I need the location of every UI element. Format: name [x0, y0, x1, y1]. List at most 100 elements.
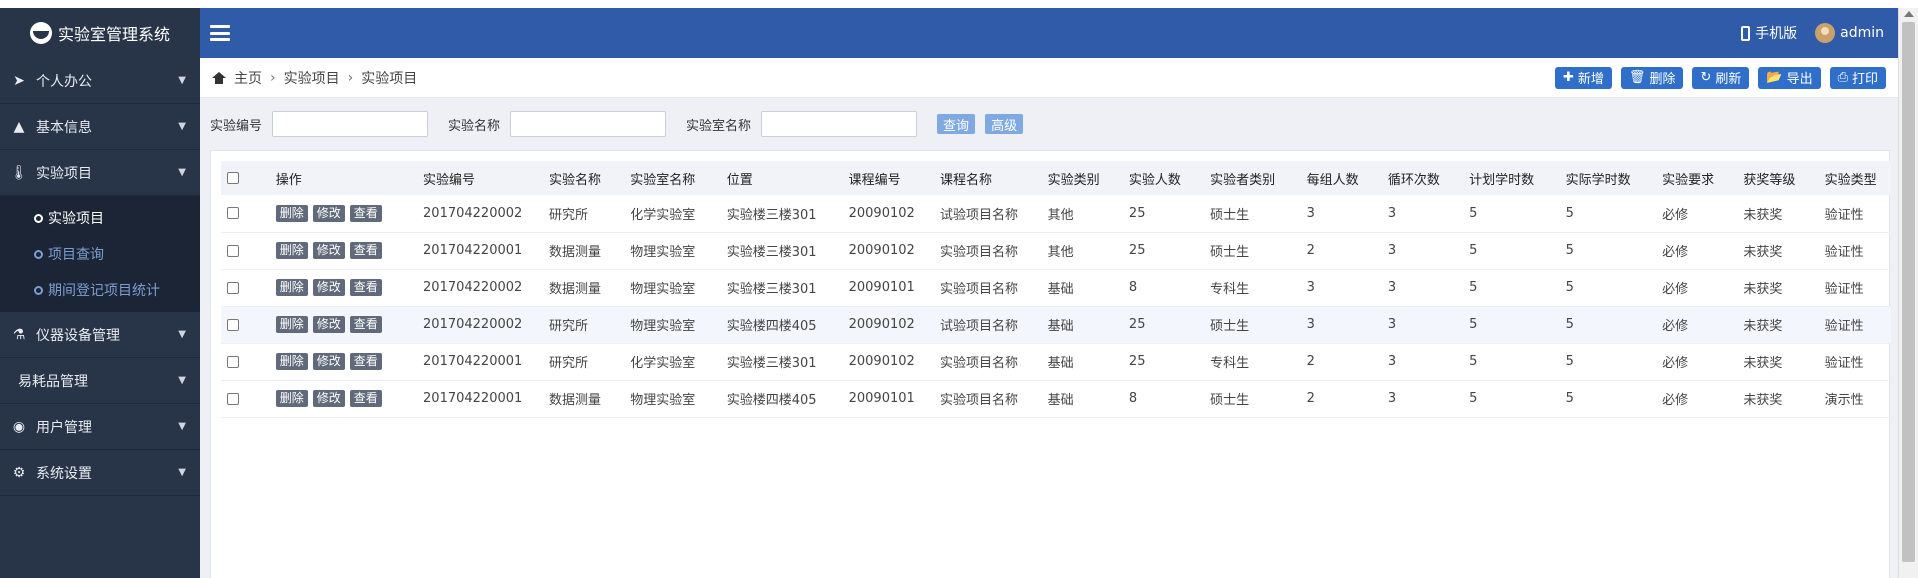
column-header[interactable]: 获奖等级	[1737, 161, 1819, 195]
sidebar-item-settings[interactable]: ⚙ 系统设置 ▼	[0, 450, 200, 496]
table-row[interactable]: 删除 修改 查看 201704220002 数据测量 物理实验室 实验楼三楼301 20090…	[221, 269, 1891, 307]
row-select-cell[interactable]	[221, 269, 270, 307]
page-scrollbar[interactable]	[1898, 8, 1918, 578]
row-view-button[interactable]: 查看	[349, 353, 382, 370]
row-checkbox[interactable]	[227, 392, 239, 405]
table-cell: 实验项目名称	[934, 232, 1042, 270]
row-select-cell[interactable]	[221, 343, 270, 381]
row-delete-button[interactable]: 删除	[275, 204, 308, 222]
add-button[interactable]: ✚ 新增	[1555, 66, 1612, 89]
table-cell: 3	[1381, 195, 1464, 233]
table-cell: 验证性	[1818, 269, 1891, 307]
row-delete-button[interactable]: 删除	[275, 390, 308, 407]
table-row[interactable]: 删除 修改 查看 201704220002 研究所 化学实验室 实验楼三楼301 200901…	[221, 195, 1891, 233]
column-header[interactable]: 实验名称	[542, 161, 625, 195]
row-view-button[interactable]: 查看	[349, 316, 382, 333]
sidebar-item-equipment[interactable]: ⚗ 仪器设备管理 ▼	[0, 312, 200, 358]
table-cell: 实验楼三楼301	[720, 195, 843, 233]
column-header[interactable]: 实验类别	[1041, 161, 1123, 195]
query-button[interactable]: 查询	[937, 114, 976, 134]
select-all-checkbox[interactable]	[227, 172, 239, 184]
sidebar-item-experiment-projects[interactable]: 🌡 实验项目 ▼	[0, 150, 200, 196]
row-select-cell[interactable]	[221, 232, 270, 270]
breadcrumb-item[interactable]: 实验项目	[284, 68, 340, 88]
row-select-cell[interactable]	[221, 195, 270, 233]
row-view-button[interactable]: 查看	[349, 279, 382, 296]
submenu-item-project-query[interactable]: 项目查询	[0, 236, 200, 272]
scroll-thumb[interactable]	[1902, 22, 1915, 562]
breadcrumb-bar: 主页 › 实验项目 › 实验项目 ✚ 新增 🗑 删除 ↻ 刷新 📂 导出 ⎙ 打印	[200, 58, 1898, 98]
row-checkbox[interactable]	[227, 281, 239, 294]
table-row[interactable]: 删除 修改 查看 201704220002 研究所 物理实验室 实验楼四楼405 200901…	[221, 306, 1891, 344]
column-header[interactable]: 实验人数	[1122, 161, 1205, 195]
row-edit-button[interactable]: 修改	[312, 242, 345, 259]
row-select-cell[interactable]	[221, 380, 270, 418]
row-checkbox[interactable]	[227, 244, 239, 257]
row-select-cell[interactable]	[221, 306, 270, 344]
sidebar-item-basic-info[interactable]: ▲ 基本信息 ▼	[0, 104, 200, 150]
row-edit-button[interactable]: 修改	[312, 279, 345, 296]
brand[interactable]: 实验室管理系统	[0, 8, 200, 58]
column-header[interactable]: 循环次数	[1381, 161, 1464, 195]
refresh-label: 刷新	[1715, 72, 1742, 87]
column-header[interactable]: 实验要求	[1656, 161, 1738, 195]
column-header[interactable]: 实际学时数	[1559, 161, 1657, 195]
row-edit-button[interactable]: 修改	[312, 316, 345, 333]
experiment-id-input[interactable]	[272, 111, 429, 137]
select-all-cell[interactable]	[221, 161, 270, 195]
table-scroll[interactable]: 操作 实验编号 实验名称 实验室名称 位置 课程编号 课程名称 实验类别 实验人…	[221, 161, 1891, 578]
column-header[interactable]: 每组人数	[1300, 161, 1382, 195]
row-view-button[interactable]: 查看	[349, 204, 382, 222]
table-row[interactable]: 删除 修改 查看 201704220001 数据测量 物理实验室 实验楼三楼301 20090…	[221, 232, 1891, 270]
row-checkbox[interactable]	[227, 207, 239, 220]
column-header[interactable]: 实验者类别	[1204, 161, 1301, 195]
breadcrumb-home[interactable]: 主页	[234, 68, 262, 88]
mobile-version-link[interactable]: 手机版	[1741, 23, 1797, 43]
refresh-button[interactable]: ↻ 刷新	[1692, 66, 1750, 89]
scroll-up-icon[interactable]	[1904, 11, 1914, 17]
row-edit-button[interactable]: 修改	[312, 204, 345, 222]
row-view-button[interactable]: 查看	[349, 242, 382, 259]
submenu-item-period-stats[interactable]: 期间登记项目统计	[0, 272, 200, 308]
column-header[interactable]: 计划学时数	[1463, 161, 1560, 195]
column-header[interactable]: 课程名称	[934, 161, 1042, 195]
row-edit-button[interactable]: 修改	[312, 353, 345, 370]
export-button[interactable]: 📂 导出	[1758, 66, 1821, 89]
table-row[interactable]: 删除 修改 查看 201704220001 数据测量 物理实验室 实验楼四楼405 20090…	[221, 380, 1891, 418]
user-menu[interactable]: admin	[1815, 23, 1884, 43]
row-edit-button[interactable]: 修改	[312, 390, 345, 407]
row-checkbox[interactable]	[227, 355, 239, 368]
sidebar-item-users[interactable]: ◉ 用户管理 ▼	[0, 404, 200, 450]
table-cell: 未获奖	[1737, 343, 1819, 381]
row-delete-button[interactable]: 删除	[275, 242, 308, 259]
row-actions-cell: 删除 修改 查看	[269, 232, 418, 270]
column-header[interactable]: 课程编号	[842, 161, 935, 195]
table-cell: 研究所	[542, 195, 625, 233]
sidebar-item-label: 基本信息	[36, 119, 92, 136]
table-cell: 物理实验室	[624, 269, 721, 307]
submenu-item-experiment-projects[interactable]: 实验项目	[0, 200, 200, 236]
column-header[interactable]: 实验类型	[1818, 161, 1891, 195]
table-cell: 25	[1122, 306, 1205, 344]
lab-name-input[interactable]	[761, 111, 918, 137]
column-header[interactable]: 实验室名称	[624, 161, 721, 195]
sidebar-item-consumables[interactable]: 易耗品管理 ▼	[0, 358, 200, 404]
row-delete-button[interactable]: 删除	[275, 353, 308, 370]
sidebar-item-label: 易耗品管理	[18, 373, 88, 390]
print-button[interactable]: ⎙ 打印	[1829, 66, 1886, 89]
column-header[interactable]: 实验编号	[417, 161, 543, 195]
advanced-button[interactable]: 高级	[985, 114, 1024, 134]
menu-toggle-icon[interactable]	[210, 25, 230, 41]
table-cell: 20090102	[842, 195, 935, 233]
experiment-name-input[interactable]	[510, 111, 667, 137]
row-delete-button[interactable]: 删除	[275, 279, 308, 296]
table-row[interactable]: 删除 修改 查看 201704220001 研究所 化学实验室 实验楼三楼301 200901…	[221, 343, 1891, 381]
row-checkbox[interactable]	[227, 318, 239, 331]
delete-button[interactable]: 🗑 删除	[1620, 66, 1684, 89]
row-delete-button[interactable]: 删除	[275, 316, 308, 333]
table-cell: 硕士生	[1204, 232, 1301, 270]
sidebar-item-personal-office[interactable]: ➤ 个人办公 ▼	[0, 58, 200, 104]
table-cell: 物理实验室	[624, 380, 721, 418]
row-view-button[interactable]: 查看	[349, 390, 382, 407]
column-header[interactable]: 位置	[720, 161, 843, 195]
